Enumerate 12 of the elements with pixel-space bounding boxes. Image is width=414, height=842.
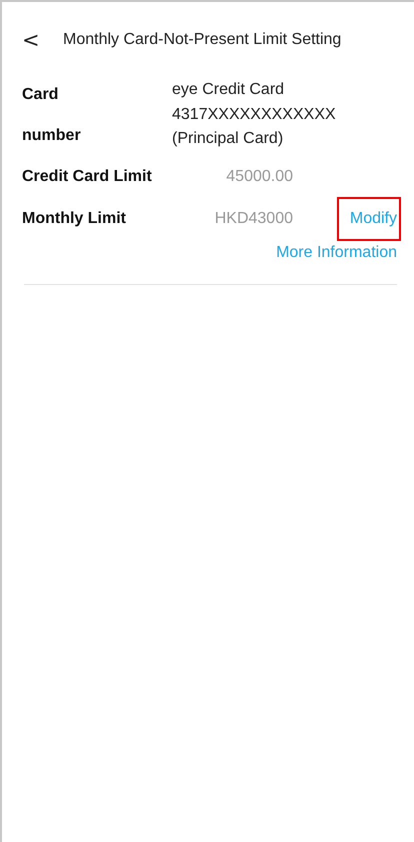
modify-link[interactable]: Modify bbox=[336, 197, 401, 241]
field-label: Monthly Limit bbox=[22, 210, 127, 228]
card-number-label: Card number bbox=[22, 85, 82, 146]
card-info-text: (Principal Card) bbox=[172, 129, 284, 149]
page-title: Monthly Card-Not-Present Limit Setting bbox=[63, 31, 342, 49]
more-information-link[interactable]: More Information bbox=[22, 244, 397, 262]
back-button[interactable]: < bbox=[22, 28, 63, 52]
card-info-text: 4317XXXXXXXXXXXX bbox=[172, 104, 336, 124]
field-value: 45000.00 bbox=[225, 168, 293, 186]
field-label: Credit Card Limit bbox=[22, 168, 153, 186]
card-info-text: eye Credit Card bbox=[172, 80, 286, 100]
field-value: HKD43000 bbox=[214, 210, 293, 228]
